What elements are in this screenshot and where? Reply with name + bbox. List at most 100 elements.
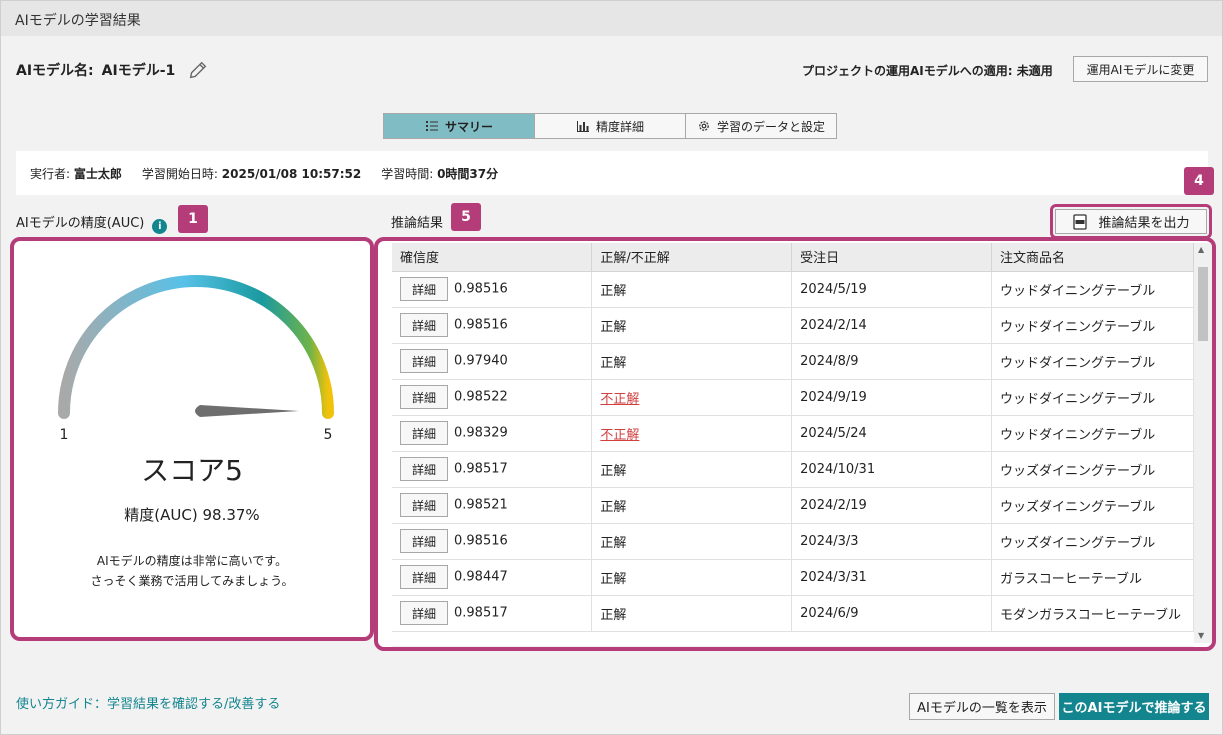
order-date-cell: 2024/8/9 [791, 343, 992, 380]
tab-summary[interactable]: サマリー [383, 113, 535, 139]
horizontal-scroll-thumb[interactable] [410, 647, 750, 651]
product-cell: ウッドダイニングテーブル [991, 379, 1195, 416]
confidence-cell: 詳細 0.98329 [392, 415, 593, 452]
model-name-row: AIモデル名: AIモデル-1 [16, 59, 209, 81]
result-cell: 正解 [591, 595, 793, 632]
callout-badge-5: 5 [451, 203, 481, 231]
confidence-value: 0.98329 [454, 425, 508, 441]
confidence-value: 0.98517 [454, 605, 508, 621]
tab-bar: サマリー 精度詳細 学習のデータと設定 [383, 113, 837, 139]
export-results-label: 推論結果を出力 [1098, 216, 1190, 231]
vertical-scroll-thumb[interactable] [1198, 267, 1208, 341]
result-value: 正解 [600, 283, 627, 299]
executor-field: 実行者: 富士太郎 [30, 165, 122, 181]
result-cell: 正解 [591, 523, 793, 560]
confidence-cell: 詳細 0.98522 [392, 379, 593, 416]
change-operational-model-button[interactable]: 運用AIモデルに変更 [1073, 56, 1208, 82]
tab-accuracy-detail-label: 精度詳細 [595, 119, 644, 134]
confidence-value: 0.97940 [454, 353, 508, 369]
table-row: 詳細 0.98517 正解 2024/10/31 ウッズダイニングテーブル [392, 451, 1195, 488]
gauge-needle [195, 405, 299, 417]
order-date-cell: 2024/6/9 [791, 595, 992, 632]
accuracy-message-line2: さっそく業務で活用してみましょう。 [90, 574, 294, 588]
detail-button[interactable]: 詳細 [400, 385, 448, 409]
detail-button[interactable]: 詳細 [400, 529, 448, 553]
result-cell: 不正解 [591, 415, 793, 452]
tab-training-data-settings[interactable]: 学習のデータと設定 [685, 113, 837, 139]
gauge-max-label: 5 [324, 427, 333, 443]
result-cell: 正解 [591, 307, 793, 344]
auc-value: 精度(AUC) 98.37% [124, 506, 260, 524]
apply-status: プロジェクトの運用AIモデルへの適用: 未適用 [802, 64, 1053, 78]
model-name-value: AIモデル-1 [101, 63, 176, 79]
duration-label: 学習時間: [381, 167, 434, 181]
result-cell: 正解 [591, 451, 793, 488]
duration-field: 学習時間: 0時間37分 [381, 165, 498, 181]
confidence-cell: 詳細 0.98517 [392, 451, 593, 488]
column-header-order-date[interactable]: 受注日 [791, 243, 992, 272]
info-icon[interactable]: i [152, 219, 168, 234]
usage-guide-link[interactable]: 使い方ガイド：学習結果を確認する/改善する [16, 693, 280, 712]
table-row: 詳細 0.98521 正解 2024/2/19 ウッズダイニングテーブル [392, 487, 1195, 524]
infer-with-model-button[interactable]: このAIモデルで推論する [1059, 693, 1209, 720]
window-title: AIモデルの学習結果 [1, 1, 1222, 36]
inference-results-table: 確信度 正解/不正解 受注日 注文商品名 詳細 0.98516 正解 2024/5/1… [392, 243, 1195, 632]
detail-button[interactable]: 詳細 [400, 277, 448, 301]
detail-button[interactable]: 詳細 [400, 565, 448, 589]
start-field: 学習開始日時: 2025/01/08 10:57:52 [142, 165, 361, 181]
training-info-bar: 実行者: 富士太郎 学習開始日時: 2025/01/08 10:57:52 学習… [16, 151, 1208, 195]
detail-button[interactable]: 詳細 [400, 313, 448, 337]
order-date-cell: 2024/5/19 [791, 271, 992, 308]
product-cell: ウッドダイニングテーブル [991, 271, 1195, 308]
gauge-min-label: 1 [60, 427, 69, 443]
confidence-cell: 詳細 0.98516 [392, 307, 593, 344]
pencil-icon[interactable] [187, 59, 209, 81]
accuracy-gauge: 1 5 [58, 275, 334, 443]
detail-button[interactable]: 詳細 [400, 493, 448, 517]
detail-button[interactable]: 詳細 [400, 601, 448, 625]
result-value: 正解 [600, 571, 627, 587]
column-header-result[interactable]: 正解/不正解 [591, 243, 793, 272]
model-name-label: AIモデル名: [16, 63, 94, 79]
horizontal-scrollbar[interactable] [392, 646, 1194, 651]
vertical-scrollbar[interactable]: ▲ ▼ [1194, 243, 1212, 643]
order-date-cell: 2024/2/14 [791, 307, 992, 344]
detail-button[interactable]: 詳細 [400, 421, 448, 445]
order-date-cell: 2024/2/19 [791, 487, 992, 524]
table-header-row: 確信度 正解/不正解 受注日 注文商品名 [392, 243, 1195, 272]
tab-accuracy-detail[interactable]: 精度詳細 [534, 113, 686, 139]
scroll-up-arrow[interactable]: ▲ [1198, 245, 1204, 254]
bar-chart-icon [576, 121, 589, 132]
result-cell: 正解 [591, 559, 793, 596]
accuracy-label-text: AIモデルの精度(AUC) [16, 216, 145, 231]
table-row: 詳細 0.98522 不正解 2024/9/19 ウッドダイニングテーブル [392, 379, 1195, 416]
table-row: 詳細 0.98516 正解 2024/3/3 ウッズダイニングテーブル [392, 523, 1195, 560]
accuracy-message-line1: AIモデルの精度は非常に高いです。 [96, 554, 288, 568]
export-button-highlight: 推論結果を出力 [1050, 204, 1212, 239]
detail-button[interactable]: 詳細 [400, 457, 448, 481]
result-cell: 正解 [591, 343, 793, 380]
product-cell: ウッズダイニングテーブル [991, 523, 1195, 560]
detail-button[interactable]: 詳細 [400, 349, 448, 373]
export-results-button[interactable]: 推論結果を出力 [1055, 209, 1207, 234]
result-value[interactable]: 不正解 [600, 392, 639, 407]
duration-value: 0時間37分 [437, 167, 499, 181]
result-value[interactable]: 不正解 [600, 428, 639, 443]
confidence-value: 0.98517 [454, 461, 508, 477]
model-list-button[interactable]: AIモデルの一覧を表示 [909, 693, 1055, 720]
column-header-product[interactable]: 注文商品名 [991, 243, 1195, 272]
result-value: 正解 [600, 463, 627, 479]
order-date-cell: 2024/3/3 [791, 523, 992, 560]
tab-training-data-settings-label: 学習のデータと設定 [716, 119, 825, 134]
executor-label: 実行者: [30, 167, 71, 181]
column-header-confidence[interactable]: 確信度 [392, 243, 593, 272]
order-date-cell: 2024/10/31 [791, 451, 992, 488]
confidence-value: 0.98516 [454, 281, 508, 297]
result-value: 正解 [600, 355, 627, 371]
scroll-down-arrow[interactable]: ▼ [1198, 631, 1204, 640]
order-date-cell: 2024/3/31 [791, 559, 992, 596]
confidence-cell: 詳細 0.98516 [392, 271, 593, 308]
result-value: 正解 [600, 535, 627, 551]
confidence-cell: 詳細 0.98517 [392, 595, 593, 632]
product-cell: ウッドダイニングテーブル [991, 415, 1195, 452]
